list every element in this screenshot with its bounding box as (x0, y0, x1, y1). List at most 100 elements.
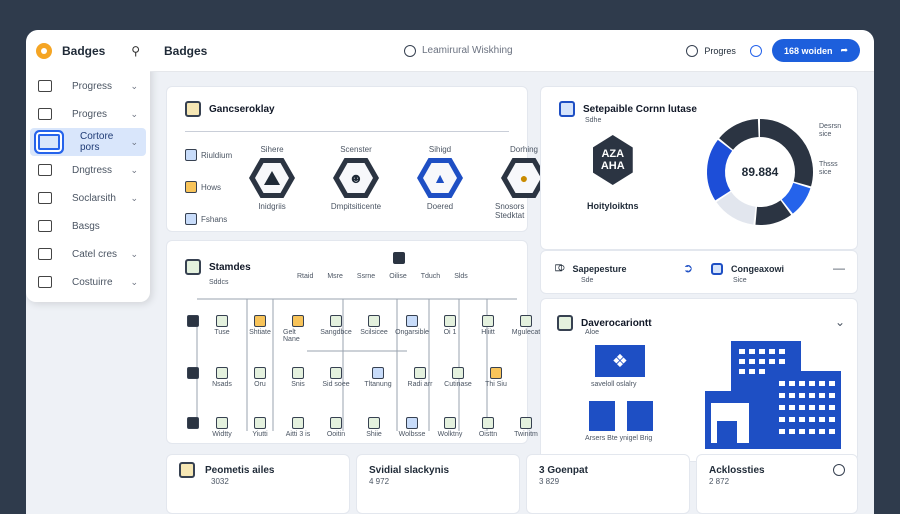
skill-icon (444, 315, 456, 327)
skill-node[interactable]: Ongarsible (395, 315, 429, 336)
skill-node[interactable]: Widtty (207, 417, 237, 438)
search-icon[interactable]: ⚲ (131, 44, 140, 58)
skill-node[interactable]: Wolktny (435, 417, 465, 438)
skill-node[interactable]: Shtiate (245, 315, 275, 336)
sidebar-item-label: Dngtress (72, 164, 113, 176)
group-icon (185, 149, 197, 161)
row-start-icon (187, 367, 199, 379)
sidebar-item-cortore-pors[interactable]: Cortore pors ⌄ (30, 128, 146, 156)
badge-icon (38, 80, 52, 92)
skill-icon (368, 417, 380, 429)
completion-card: Setepaible Cornn lutase Sdhe AZA AHA Hoi… (540, 86, 858, 250)
directions-caption: saveloll oslalry (591, 381, 637, 388)
skill-node[interactable]: Cutinase (443, 367, 473, 388)
primary-action-button[interactable]: 168 woiden ➦ (771, 39, 860, 62)
sidebar-item-dngtress[interactable]: Dngtress ⌄ (30, 156, 146, 184)
skill-node[interactable]: Yiutti (245, 417, 275, 438)
directions-tile[interactable]: ❖ (595, 345, 645, 377)
skill-node[interactable]: Ooitin (321, 417, 351, 438)
skill-node[interactable]: Wolbsse (397, 417, 427, 438)
link-icon[interactable]: ➲ (683, 261, 693, 275)
build-icon (557, 315, 573, 331)
skill-node[interactable]: Shiie (359, 417, 389, 438)
refresh-icon[interactable] (749, 44, 762, 57)
directions-icon: ❖ (611, 350, 629, 371)
skill-label: Sid soee (322, 381, 350, 388)
info-icon[interactable] (833, 464, 845, 476)
stat-card[interactable]: Svidial slackynis 4 972 (356, 454, 520, 514)
skill-node[interactable]: Oisttn (473, 417, 503, 438)
badge-icon (179, 462, 195, 478)
sidebar-item-label: Catel cres (72, 248, 118, 260)
skill-node[interactable]: Gelt Nane (283, 315, 313, 343)
skill-label: Widtty (212, 431, 232, 438)
root-icon (393, 252, 405, 264)
skill-label: Tltanung (364, 381, 392, 388)
skill-node[interactable]: Hliitt (473, 315, 503, 336)
skill-node[interactable]: Oru (245, 367, 275, 388)
skill-icon (292, 367, 304, 379)
skill-node[interactable]: Scilsicee (359, 315, 389, 336)
progress-link[interactable]: Progres (686, 44, 736, 57)
chevron-down-icon: ⌄ (130, 192, 138, 203)
sidebar-item-label: Basgs (72, 220, 100, 232)
center-heading: Leamirural Wiskhing (364, 44, 686, 57)
skill-icon (452, 367, 464, 379)
skill-label: Oisttn (478, 431, 498, 438)
development-card: Daverocariontt Aloe ⌄ ❖ saveloll oslalry… (540, 298, 858, 462)
skill-node[interactable]: Thi Siu (481, 367, 511, 388)
list-icon (38, 134, 60, 150)
legend-item: Hows (185, 181, 232, 193)
achievement-emblem: AZA AHA Hoityloiktns (587, 135, 639, 211)
emblem-label: Hoityloiktns (587, 201, 639, 211)
badges-card-title: Gancseroklay (209, 103, 275, 115)
sidebar-item-label: Progres (72, 108, 108, 120)
column-head: Ssrne (356, 273, 376, 280)
sidebar-header: Badges ⚲ (26, 30, 150, 72)
sidebar-item-basgs[interactable]: Basgs (30, 212, 146, 240)
skill-node[interactable]: Sid soee (321, 367, 351, 388)
gauge-icon: ⎄ (555, 263, 565, 273)
skill-node[interactable]: Radi arr (405, 367, 435, 388)
sidebar-item-label: Cortore pors (80, 131, 114, 153)
badge-item[interactable]: Scenster ☻ Dmpitsiticente (327, 145, 385, 220)
skill-node[interactable]: Nsads (207, 367, 237, 388)
chevron-down-icon[interactable]: ⌄ (835, 315, 845, 329)
skill-icon (372, 367, 384, 379)
sidebar-item-soclarsith[interactable]: Soclarsith ⌄ (30, 184, 146, 212)
chevron-down-icon: ⌄ (130, 276, 138, 287)
skill-icon (216, 315, 228, 327)
stat-card[interactable]: 3 Goenpat 3 829 (526, 454, 690, 514)
skill-node[interactable]: Sangdbce (320, 315, 352, 336)
skill-label: Hliitt (481, 329, 495, 336)
skill-icon (490, 367, 502, 379)
more-icon[interactable]: — (833, 261, 845, 275)
skill-node[interactable]: Tltanung (359, 367, 397, 388)
tree-root-node[interactable] (393, 251, 405, 269)
stat-card[interactable]: Peometis ailes 3032 (166, 454, 350, 514)
badges-card: Gancseroklay Riuldium Hows Fshans Sihere… (166, 86, 547, 232)
legend-label: Fshans (201, 214, 228, 224)
stat-title: Acklossties (709, 464, 765, 476)
column-head: Rtaid (297, 273, 314, 280)
badge-item[interactable]: Sihere Inidgriis (243, 145, 301, 220)
skill-node[interactable]: Mgulecat (511, 315, 541, 336)
skill-label: Shtiate (249, 329, 271, 336)
sidebar-item-progres[interactable]: Progres ⌄ (30, 100, 146, 128)
sidebar-item-catel-cres[interactable]: Catel cres ⌄ (30, 240, 146, 268)
skill-node[interactable]: Aitti 3 is (283, 417, 313, 438)
stat-card[interactable]: Acklossties 2 872 (696, 454, 858, 514)
skill-label: Thi Siu (485, 381, 507, 388)
triangle-icon (264, 171, 280, 185)
skill-icon (368, 315, 380, 327)
skill-node[interactable]: Tuse (207, 315, 237, 336)
tile-left[interactable] (589, 401, 615, 431)
tile-right[interactable] (627, 401, 653, 431)
badge-item[interactable]: Sihigd ▲ Doered (411, 145, 469, 220)
sidebar-item-progress[interactable]: Progress ⌄ (30, 72, 146, 100)
skill-node[interactable]: Oi 1 (435, 315, 465, 336)
sidebar-item-costuirre[interactable]: Costuirre ⌄ (30, 268, 146, 296)
skill-node[interactable]: Twinitm (511, 417, 541, 438)
skill-node[interactable]: Snis (283, 367, 313, 388)
badges-card-header: Gancseroklay (167, 87, 527, 117)
